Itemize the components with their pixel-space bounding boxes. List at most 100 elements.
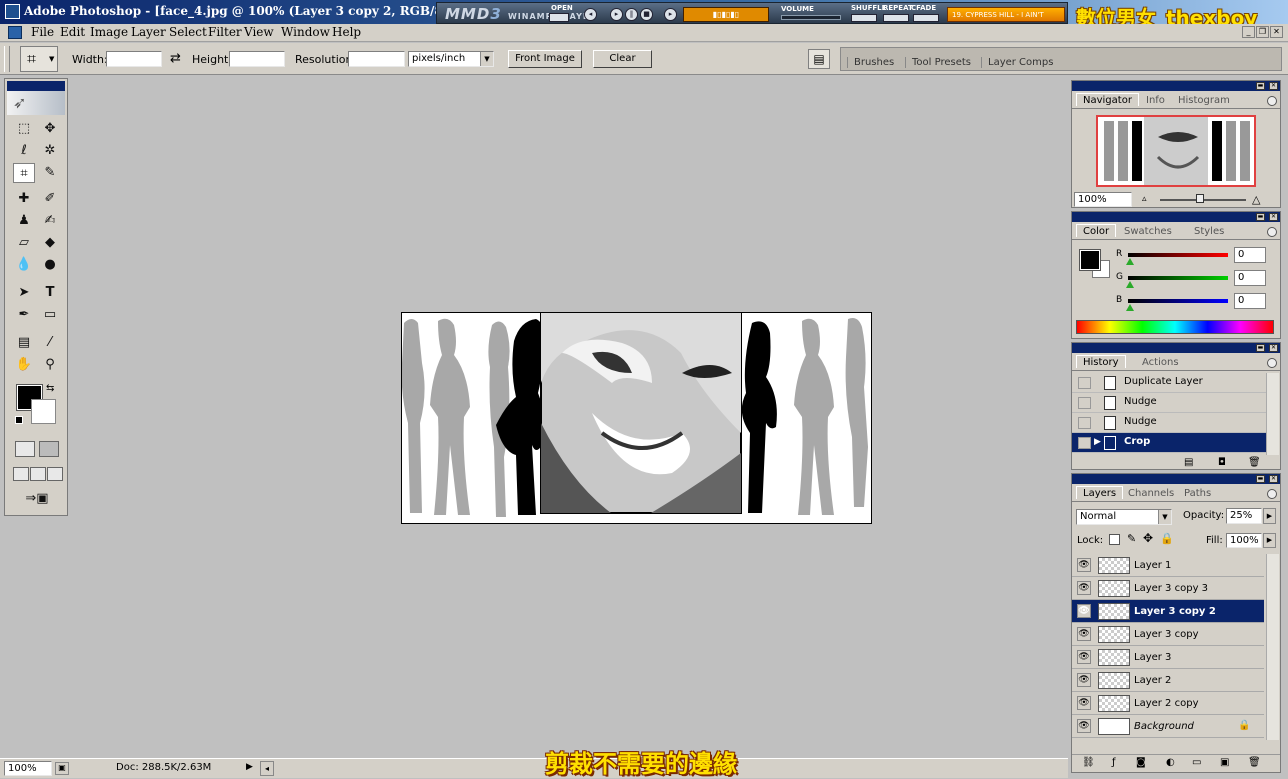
history-snapshot-box[interactable]: [1078, 437, 1091, 449]
brush-tool-icon[interactable]: ✐: [39, 189, 61, 209]
layer-style-icon[interactable]: ƒ: [1112, 757, 1116, 768]
new-group-icon[interactable]: ▭: [1192, 757, 1201, 768]
color-spectrum-ramp[interactable]: [1076, 320, 1274, 334]
status-play-icon[interactable]: ▶: [246, 762, 258, 775]
eraser-tool-icon[interactable]: ▱: [13, 233, 35, 253]
history-item[interactable]: Nudge: [1072, 393, 1266, 413]
tab-histogram[interactable]: Histogram: [1172, 94, 1236, 106]
red-slider-thumb[interactable]: [1126, 258, 1134, 265]
layers-scrollbar[interactable]: [1266, 554, 1279, 740]
magic-wand-tool-icon[interactable]: ✲: [39, 141, 61, 161]
eye-icon[interactable]: 👁: [1077, 719, 1091, 733]
background-color-swatch[interactable]: [31, 399, 56, 424]
panel-titlebar[interactable]: [1072, 474, 1280, 484]
history-item-selected[interactable]: ▶ Crop: [1072, 433, 1266, 453]
tab-history[interactable]: History: [1076, 355, 1126, 368]
tab-navigator[interactable]: Navigator: [1076, 93, 1139, 106]
well-tab-brushes[interactable]: Brushes: [847, 57, 900, 68]
crop-tool-icon[interactable]: ⌗: [13, 163, 35, 183]
default-colors-icon[interactable]: [15, 416, 23, 424]
b-value-field[interactable]: 0: [1234, 293, 1266, 309]
opacity-slider-toggle-icon[interactable]: ▶: [1263, 508, 1276, 524]
eye-icon[interactable]: 👁: [1077, 627, 1091, 641]
layer-row[interactable]: 👁 Layer 3 copy: [1072, 623, 1264, 646]
panel-menu-icon[interactable]: [1267, 227, 1277, 237]
rectangle-tool-icon[interactable]: ▭: [39, 305, 61, 325]
history-snapshot-box[interactable]: [1078, 397, 1091, 409]
tab-channels[interactable]: Channels: [1122, 487, 1180, 499]
cfade-button[interactable]: [913, 14, 939, 22]
paint-bucket-tool-icon[interactable]: ◆: [39, 233, 61, 253]
open-button[interactable]: [549, 13, 569, 22]
fill-slider-toggle-icon[interactable]: ▶: [1263, 533, 1276, 548]
history-scrollbar[interactable]: [1266, 373, 1279, 455]
minimize-icon[interactable]: ▬: [1256, 344, 1265, 352]
opacity-field[interactable]: 25%: [1226, 508, 1262, 524]
panel-titlebar[interactable]: [1072, 343, 1280, 353]
blur-tool-icon[interactable]: 💧: [13, 255, 35, 275]
tab-color[interactable]: Color: [1076, 224, 1117, 237]
close-icon[interactable]: ✕: [1269, 82, 1278, 90]
blue-slider-thumb[interactable]: [1126, 304, 1134, 311]
layer-row-selected[interactable]: 👁 Layer 3 copy 2: [1072, 600, 1264, 623]
scroll-left-icon[interactable]: ◂: [260, 761, 274, 776]
height-field[interactable]: [229, 51, 285, 67]
hand-tool-icon[interactable]: ✋: [13, 355, 35, 375]
layer-mask-icon[interactable]: ◙: [1136, 757, 1146, 768]
new-document-from-state-icon[interactable]: ▤: [1184, 457, 1193, 468]
dodge-tool-icon[interactable]: ●: [39, 255, 61, 275]
lasso-tool-icon[interactable]: ℓ: [13, 141, 35, 161]
volume-slider[interactable]: [781, 15, 841, 20]
zoom-field[interactable]: 100%: [4, 761, 52, 776]
eye-icon[interactable]: 👁: [1077, 696, 1091, 710]
navigator-zoom-field[interactable]: 100%: [1074, 192, 1132, 207]
marquee-tool-icon[interactable]: ⬚: [13, 119, 35, 139]
red-slider-track[interactable]: [1128, 253, 1228, 257]
history-item[interactable]: Duplicate Layer: [1072, 373, 1266, 393]
play-button[interactable]: ▸: [610, 8, 623, 21]
eyedropper-tool-icon[interactable]: ⁄: [39, 333, 61, 353]
type-tool-icon[interactable]: T: [39, 283, 61, 303]
green-slider-thumb[interactable]: [1126, 281, 1134, 288]
panel-titlebar[interactable]: [1072, 212, 1280, 222]
panel-menu-icon[interactable]: [1267, 358, 1277, 368]
doc-close-button[interactable]: ✕: [1270, 26, 1283, 38]
g-value-field[interactable]: 0: [1234, 270, 1266, 286]
document-icon[interactable]: [8, 26, 22, 39]
panel-menu-icon[interactable]: [1267, 489, 1277, 499]
jump-to-imageready-icon[interactable]: ⇒▣: [15, 489, 59, 509]
blue-slider-track[interactable]: [1128, 299, 1228, 303]
clear-button[interactable]: Clear: [593, 50, 652, 68]
healing-brush-tool-icon[interactable]: ✚: [13, 189, 35, 209]
resolution-units-select[interactable]: pixels/inch ▼: [408, 51, 494, 67]
clone-stamp-tool-icon[interactable]: ♟: [13, 211, 35, 231]
minimize-icon[interactable]: ▬: [1256, 475, 1265, 483]
layer-row[interactable]: 👁 Background 🔒: [1072, 715, 1264, 738]
history-brush-tool-icon[interactable]: ✍: [39, 211, 61, 231]
quick-mask-mode-icon[interactable]: [39, 441, 59, 457]
lock-image-pixels-icon[interactable]: ✎: [1127, 532, 1136, 545]
zoom-out-icon[interactable]: ▵: [1142, 194, 1147, 204]
green-slider-track[interactable]: [1128, 276, 1228, 280]
layer-row[interactable]: 👁 Layer 3 copy 3: [1072, 577, 1264, 600]
tab-styles[interactable]: Styles: [1188, 225, 1230, 237]
new-layer-icon[interactable]: ▣: [1220, 757, 1229, 768]
shuffle-button[interactable]: [851, 14, 877, 22]
minimize-icon[interactable]: ▬: [1256, 213, 1265, 221]
tab-layers[interactable]: Layers: [1076, 486, 1124, 499]
full-screen-menu-mode-icon[interactable]: [30, 467, 46, 481]
tab-paths[interactable]: Paths: [1178, 487, 1217, 499]
resolution-field[interactable]: [348, 51, 405, 67]
link-layers-icon[interactable]: ⛓: [1082, 757, 1095, 768]
front-image-button[interactable]: Front Image: [508, 50, 582, 68]
menu-view[interactable]: View: [239, 25, 279, 39]
swap-dimensions-icon[interactable]: ⇄: [170, 51, 181, 66]
toolbox-titlebar[interactable]: [7, 81, 65, 91]
zoom-slider-thumb[interactable]: [1196, 194, 1204, 203]
history-snapshot-box[interactable]: [1078, 377, 1091, 389]
menu-help[interactable]: Help: [327, 25, 366, 39]
file-browser-icon[interactable]: ▤: [808, 49, 830, 69]
eye-icon[interactable]: 👁: [1077, 558, 1091, 572]
close-icon[interactable]: ✕: [1269, 475, 1278, 483]
panel-menu-icon[interactable]: [1267, 96, 1277, 106]
